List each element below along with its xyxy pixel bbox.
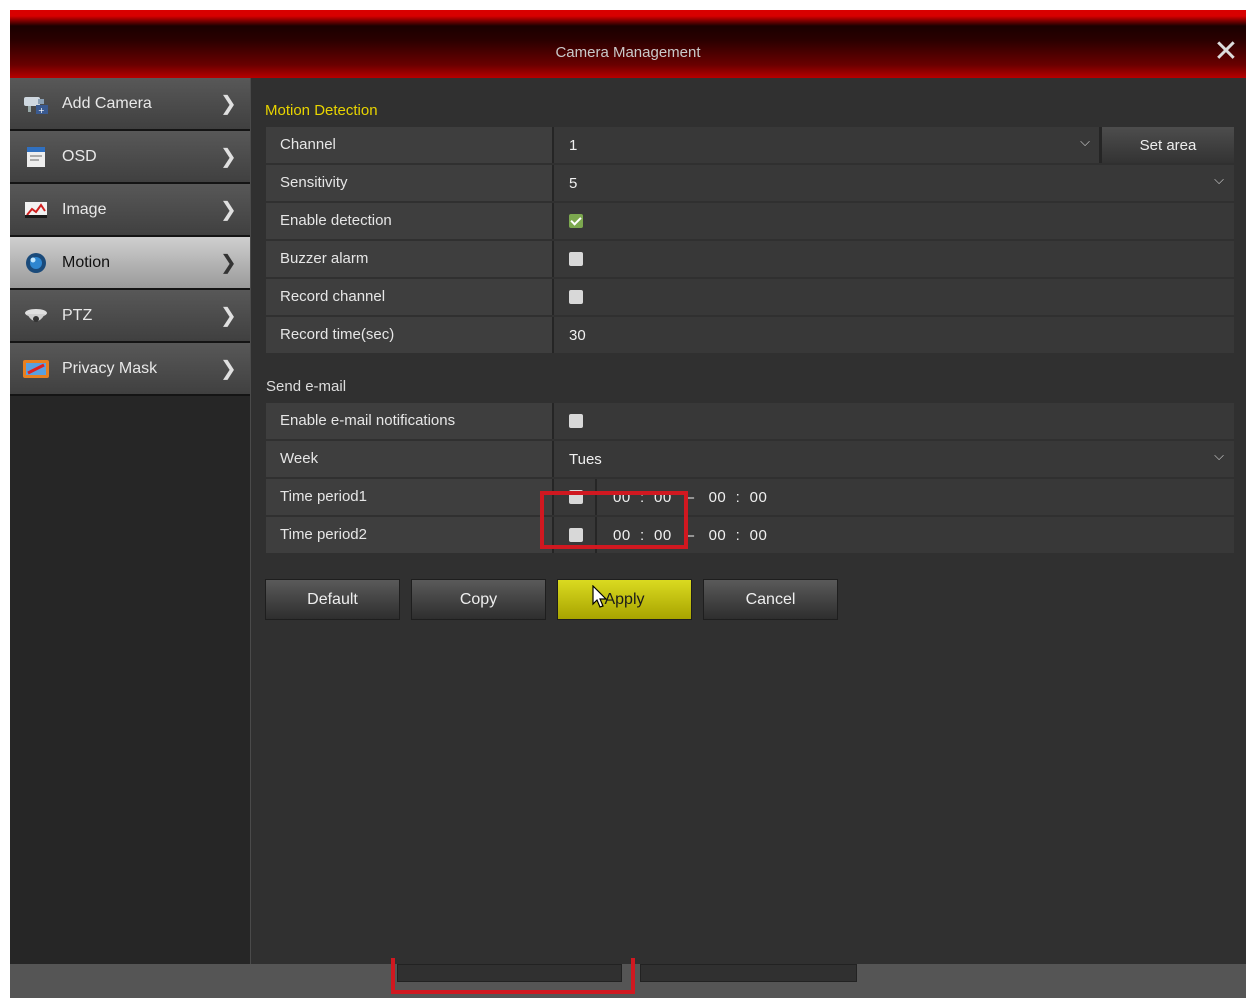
sidebar: + Add Camera ❯ OSD ❯ Image ❯ Motion ❯ PT… <box>10 78 251 964</box>
cancel-button[interactable]: Cancel <box>703 579 838 620</box>
start-hour[interactable]: 00 <box>613 527 631 544</box>
chevron-right-icon: ❯ <box>220 358 237 380</box>
enable-detection-checkbox[interactable] <box>569 214 583 228</box>
motion-icon <box>22 252 50 274</box>
sidebar-item-osd[interactable]: OSD ❯ <box>10 131 250 184</box>
time-period1-range[interactable]: 00 : 00 – 00 : 00 <box>613 489 767 506</box>
mouse-pointer-icon <box>592 584 608 614</box>
camera-management-window: Camera Management ✕ + Add Camera ❯ OSD ❯… <box>10 10 1246 964</box>
record-channel-label: Record channel <box>266 279 554 315</box>
sensitivity-row: Sensitivity 5 ⌵ <box>266 165 1234 201</box>
sidebar-item-label: Image <box>62 200 107 218</box>
record-channel-row: Record channel <box>266 279 1234 315</box>
week-row: Week Tues ⌵ <box>266 441 1234 477</box>
sidebar-item-privacy-mask[interactable]: Privacy Mask ❯ <box>10 343 250 396</box>
enable-email-label: Enable e-mail notifications <box>266 403 554 439</box>
highlight-box <box>391 958 635 994</box>
time-period2-cell: 00 : 00 – 00 : 00 <box>554 517 1234 553</box>
record-time-value: 30 <box>569 326 586 344</box>
privacy-mask-icon <box>22 358 50 380</box>
buzzer-alarm-cell <box>554 241 1234 277</box>
end-hour[interactable]: 00 <box>709 527 727 544</box>
copy-button[interactable]: Copy <box>411 579 546 620</box>
record-time-row: Record time(sec) 30 <box>266 317 1234 353</box>
enable-detection-label: Enable detection <box>266 203 554 239</box>
sensitivity-select[interactable]: 5 ⌵ <box>554 165 1234 201</box>
start-minute[interactable]: 00 <box>654 489 672 506</box>
default-button[interactable]: Default <box>265 579 400 620</box>
chevron-right-icon: ❯ <box>220 305 237 327</box>
sidebar-item-label: OSD <box>62 147 97 165</box>
chevron-right-icon: ❯ <box>220 93 237 115</box>
divider <box>595 479 597 515</box>
motion-settings-panel: Motion Detection Channel 1 ⌵ Set area Se… <box>265 78 1246 964</box>
buzzer-alarm-checkbox[interactable] <box>569 252 583 266</box>
record-channel-cell <box>554 279 1234 315</box>
image-icon <box>22 199 50 221</box>
time-period1-checkbox[interactable] <box>569 490 583 504</box>
chevron-down-icon: ⌵ <box>1214 448 1224 463</box>
channel-label: Channel <box>266 127 554 163</box>
ptz-icon <box>22 305 50 327</box>
chevron-right-icon: ❯ <box>220 252 237 274</box>
enable-email-cell <box>554 403 1234 439</box>
sidebar-item-label: PTZ <box>62 306 93 324</box>
end-hour[interactable]: 00 <box>709 489 727 506</box>
chevron-right-icon: ❯ <box>220 146 237 168</box>
chevron-down-icon: ⌵ <box>1214 172 1224 187</box>
time-period1-cell: 00 : 00 – 00 : 00 <box>554 479 1234 515</box>
enable-email-checkbox[interactable] <box>569 414 583 428</box>
osd-icon <box>22 146 50 168</box>
time-period2-label: Time period2 <box>266 517 554 553</box>
sidebar-item-label: Privacy Mask <box>62 359 158 377</box>
email-section-title: Send e-mail <box>266 378 347 395</box>
buzzer-alarm-row: Buzzer alarm <box>266 241 1234 277</box>
title-bar: Camera Management ✕ <box>10 10 1246 78</box>
sensitivity-label: Sensitivity <box>266 165 554 201</box>
sidebar-item-ptz[interactable]: PTZ ❯ <box>10 290 250 343</box>
set-area-button[interactable]: Set area <box>1099 127 1234 163</box>
end-minute[interactable]: 00 <box>750 489 768 506</box>
chevron-down-icon: ⌵ <box>1080 134 1090 149</box>
time-period1-label: Time period1 <box>266 479 554 515</box>
divider <box>595 517 597 553</box>
sensitivity-value: 5 <box>569 174 578 192</box>
close-icon[interactable]: ✕ <box>1212 37 1240 67</box>
time-period2-row: Time period2 00 : 00 – 00 : 00 <box>266 517 1234 553</box>
enable-detection-row: Enable detection <box>266 203 1234 239</box>
chevron-right-icon: ❯ <box>220 199 237 221</box>
sidebar-item-motion[interactable]: Motion ❯ <box>10 237 250 290</box>
channel-value: 1 <box>569 136 578 154</box>
sidebar-item-label: Motion <box>62 253 111 271</box>
svg-text:+: + <box>38 106 45 115</box>
channel-select[interactable]: 1 ⌵ Set area <box>554 127 1234 163</box>
record-time-label: Record time(sec) <box>266 317 554 353</box>
sidebar-item-label: Add Camera <box>62 94 152 112</box>
apply-button[interactable]: Apply <box>557 579 692 620</box>
record-time-input[interactable]: 30 <box>554 317 1234 353</box>
time-period1-row: Time period1 00 : 00 – 00 : 00 <box>266 479 1234 515</box>
week-value: Tues <box>569 450 602 468</box>
record-channel-checkbox[interactable] <box>569 290 583 304</box>
sidebar-item-image[interactable]: Image ❯ <box>10 184 250 237</box>
start-hour[interactable]: 00 <box>613 489 631 506</box>
enable-detection-cell <box>554 203 1234 239</box>
time-period2-range[interactable]: 00 : 00 – 00 : 00 <box>613 527 767 544</box>
section-title: Motion Detection <box>265 102 378 119</box>
enable-email-row: Enable e-mail notifications <box>266 403 1234 439</box>
start-minute[interactable]: 00 <box>654 527 672 544</box>
sidebar-item-add-camera[interactable]: + Add Camera ❯ <box>10 78 250 131</box>
buzzer-alarm-label: Buzzer alarm <box>266 241 554 277</box>
end-minute[interactable]: 00 <box>750 527 768 544</box>
channel-row: Channel 1 ⌵ Set area <box>266 127 1234 163</box>
week-select[interactable]: Tues ⌵ <box>554 441 1234 477</box>
window-title: Camera Management <box>555 44 701 61</box>
partial-button <box>640 964 857 982</box>
time-period2-checkbox[interactable] <box>569 528 583 542</box>
week-label: Week <box>266 441 554 477</box>
camera-add-icon: + <box>22 93 50 115</box>
